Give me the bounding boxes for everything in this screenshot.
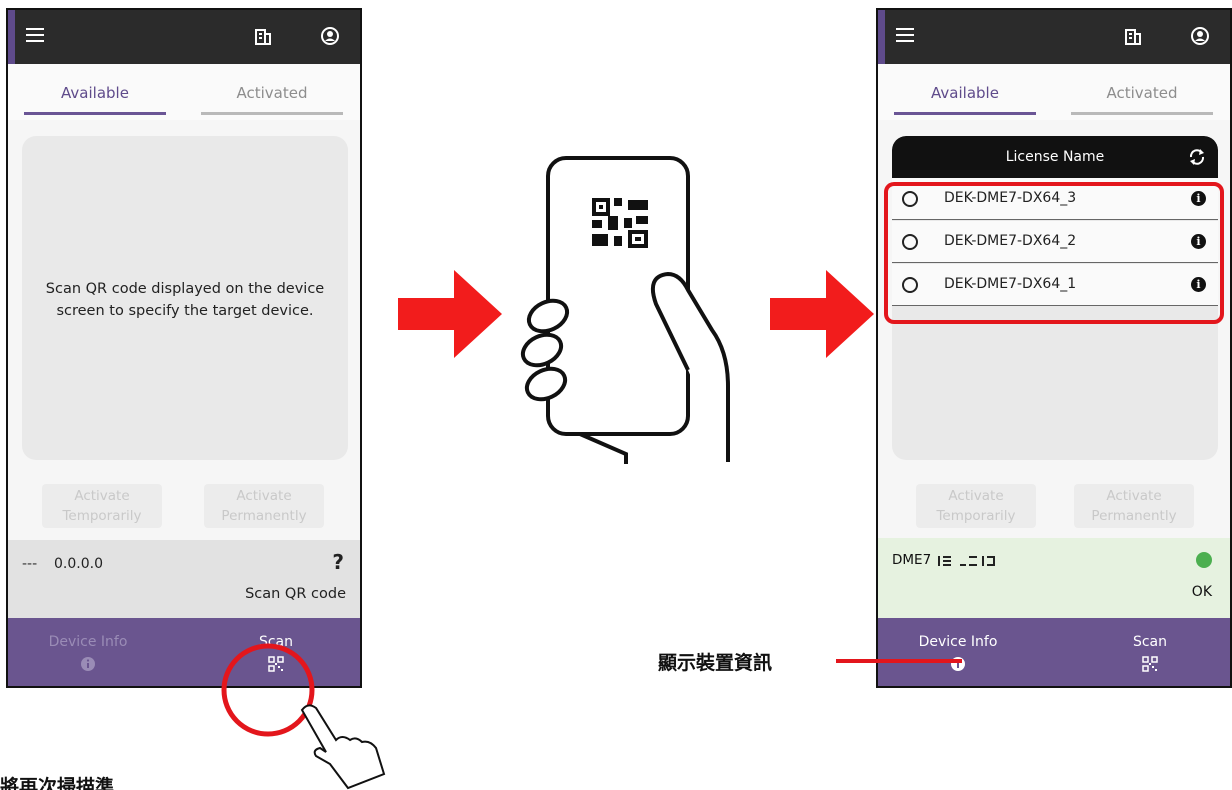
license-table-header: License Name xyxy=(892,136,1218,178)
nav-scan-label: Scan xyxy=(1132,634,1168,650)
hand-holding-phone-illustration xyxy=(520,156,730,464)
device-name-placeholder: --- xyxy=(22,556,38,572)
phone-screen-after-scan: Available Activated License Name DEK-DME… xyxy=(876,8,1232,688)
flow-arrow-2 xyxy=(770,270,874,358)
bottom-navigation: Device Info Scan xyxy=(878,618,1230,686)
activate-permanently-button[interactable]: Activate Permanently xyxy=(1074,484,1194,528)
license-name-column-label: License Name xyxy=(1005,149,1105,165)
app-top-bar xyxy=(8,10,360,64)
account-icon[interactable] xyxy=(1190,26,1210,46)
app-top-bar xyxy=(878,10,1230,64)
window-edge-accent xyxy=(878,10,885,64)
account-icon[interactable] xyxy=(320,26,340,46)
device-status-area: DME7 OK xyxy=(878,538,1230,620)
annotation-pointer-line xyxy=(836,659,962,663)
license-list-highlight-box xyxy=(884,182,1224,324)
hamburger-menu-icon[interactable] xyxy=(26,28,44,44)
status-ok-text: OK xyxy=(1191,584,1212,600)
activate-permanently-button[interactable]: Activate Permanently xyxy=(204,484,324,528)
red-highlight-circle xyxy=(221,643,315,737)
scan-instruction-text: Scan QR code displayed on the device scr… xyxy=(45,281,325,319)
device-info-annotation: 顯示裝置資訊 xyxy=(658,652,773,674)
tab-bar: Available Activated xyxy=(8,64,360,120)
tab-activated[interactable]: Activated xyxy=(1071,84,1213,115)
nav-device-info[interactable]: Device Info xyxy=(878,634,1038,676)
activate-temporarily-button[interactable]: Activate Temporarily xyxy=(42,484,162,528)
tab-activated[interactable]: Activated xyxy=(201,84,343,115)
tab-bar: Available Activated xyxy=(878,64,1230,120)
refresh-icon[interactable] xyxy=(1188,148,1206,166)
bottom-caption-partial: 將再次掃描準 xyxy=(0,776,115,790)
nav-device-info-label: Device Info xyxy=(918,634,998,650)
tab-available[interactable]: Available xyxy=(24,84,166,115)
scan-placeholder-panel: Scan QR code displayed on the device scr… xyxy=(22,136,348,460)
scan-qr-prompt[interactable]: Scan QR code xyxy=(245,586,346,602)
pointing-hand-icon xyxy=(300,704,386,790)
tab-available[interactable]: Available xyxy=(894,84,1036,115)
nav-device-info-label: Device Info xyxy=(48,634,128,650)
device-status-area: --- 0.0.0.0 ? Scan QR code xyxy=(8,540,360,620)
info-icon xyxy=(81,657,95,671)
flow-arrow-1 xyxy=(398,270,502,358)
masked-serial-number xyxy=(938,556,995,566)
building-icon[interactable] xyxy=(254,28,272,46)
nav-scan[interactable]: Scan xyxy=(1070,634,1230,676)
device-model: DME7 xyxy=(892,552,932,568)
check-circle-icon xyxy=(1196,552,1212,568)
device-version: 0.0.0.0 xyxy=(54,556,103,572)
phone-screen-before-scan: Available Activated Scan QR code display… xyxy=(6,8,362,688)
tap-scan-highlight xyxy=(221,643,386,790)
unknown-status-mark: ? xyxy=(332,550,344,574)
activate-temporarily-button[interactable]: Activate Temporarily xyxy=(916,484,1036,528)
hamburger-menu-icon[interactable] xyxy=(896,28,914,44)
qr-scan-icon xyxy=(1142,656,1158,672)
nav-device-info[interactable]: Device Info xyxy=(8,634,168,676)
window-edge-accent xyxy=(8,10,15,64)
building-icon[interactable] xyxy=(1124,28,1142,46)
